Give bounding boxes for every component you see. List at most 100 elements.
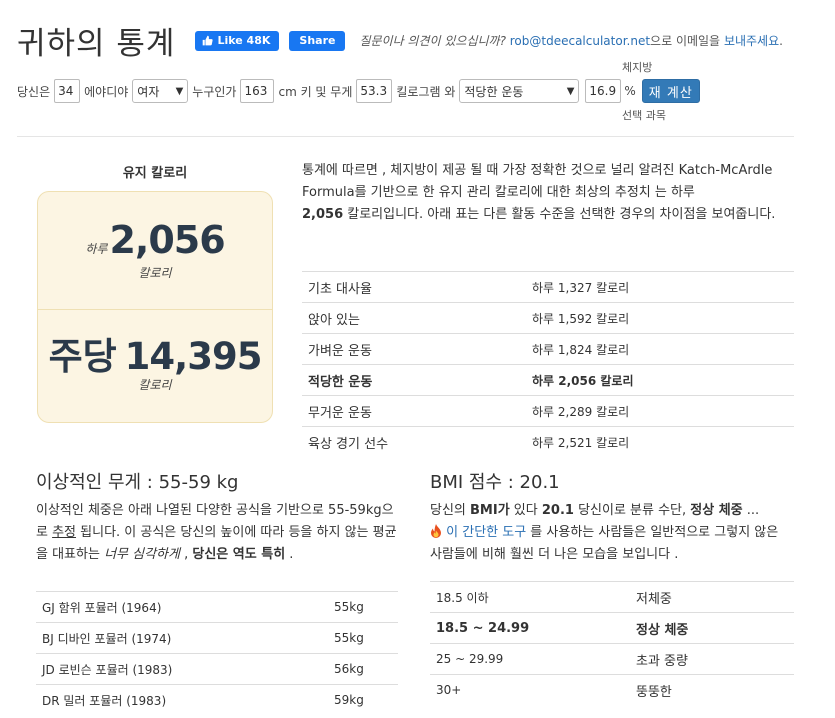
activity-value: 하루 2,521 칼로리: [532, 426, 794, 458]
bmi-range: 25 ~ 29.99: [430, 643, 636, 675]
maintenance-divider: [38, 309, 272, 310]
bmi-title: BMI 점수 : 20.1: [430, 472, 560, 493]
body-fat-optional: 선택 과목: [622, 109, 666, 122]
table-row-selected: 18.5 ~ 24.99 정상 체중: [430, 612, 794, 644]
formula-value: 59kg: [328, 684, 398, 716]
daily-calories: 하루2,056: [38, 218, 272, 262]
bmi-table: 18.5 이하 저체중 18.5 ~ 24.99 정상 체중 25 ~ 29.99 초…: [430, 581, 794, 706]
activity-label: 무거운 운동: [302, 395, 532, 427]
activity-value: 하루 1,824 칼로리: [532, 333, 794, 365]
form-controls: 당신은 34 에야디야 여자 ▼ 누구인가 163 cm 키 및 무게 53.3 …: [17, 79, 700, 103]
facebook-like-label: Like 48K: [217, 34, 271, 47]
table-row: BJ 디바인 포뮬러 (1974) 55kg: [36, 622, 398, 654]
ideal-weight-table: GJ 함위 포뮬러 (1964) 55kg BJ 디바인 포뮬러 (1974) 55…: [36, 591, 398, 716]
table-row: JD 로빈슨 포뮬러 (1983) 56kg: [36, 653, 398, 685]
formula-label: DR 밀러 포뮬러 (1983): [36, 684, 328, 716]
table-row: 앉아 있는 하루 1,592 칼로리: [302, 302, 794, 334]
daily-value: 2,056: [109, 218, 225, 262]
contact-email-link[interactable]: rob@tdeecalculator.net: [510, 34, 650, 48]
maintenance-info: 통계에 따르면 , 체지방이 제공 될 때 가장 정확한 것으로 널리 알려진 …: [302, 160, 794, 226]
formula-label: JD 로빈슨 포뮬러 (1983): [36, 653, 328, 685]
table-row: GJ 함위 포뮬러 (1964) 55kg: [36, 591, 398, 623]
label-years-old: 에야디야: [84, 84, 129, 99]
ideal-desc-bold: 당신은 역도 특히: [192, 547, 286, 562]
table-row: 18.5 이하 저체중: [430, 581, 794, 613]
bmi-desc-bold-3: 정상 체중: [690, 503, 743, 518]
weekly-calories: 주당 14,395: [38, 326, 272, 380]
activity-value: 적당한 운동: [464, 84, 524, 99]
fire-icon: [431, 524, 441, 538]
body-fat-input[interactable]: 16.9: [585, 79, 622, 103]
body-fat-label: 체지방: [622, 61, 653, 74]
divider: [17, 136, 794, 137]
label-who-is: 누구인가: [192, 84, 237, 99]
contact-suffix-2: .: [779, 34, 783, 48]
height-input[interactable]: 163: [240, 79, 275, 103]
weight-input[interactable]: 53.3: [356, 79, 393, 103]
activity-label: 앉아 있는: [302, 302, 532, 334]
weekly-value: 14,395: [124, 335, 263, 378]
formula-label: BJ 디바인 포뮬러 (1974): [36, 622, 328, 654]
ideal-desc-italic: 너무 심각하게: [104, 547, 180, 562]
activity-table: 기초 대사율 하루 1,327 칼로리 앉아 있는 하루 1,592 칼로리 가벼운…: [302, 271, 794, 458]
activity-label: 기초 대사율: [302, 271, 532, 303]
activity-value: 하루 2,289 칼로리: [532, 395, 794, 427]
activity-label: 적당한 운동: [302, 364, 532, 396]
activity-select[interactable]: 적당한 운동 ▼: [459, 79, 580, 103]
table-row: 가벼운 운동 하루 1,824 칼로리: [302, 333, 794, 365]
bmi-class: 정상 체중: [636, 612, 794, 644]
chevron-down-icon: ▼: [175, 85, 184, 97]
ideal-desc-underline: 추정: [52, 525, 77, 540]
info-text-1: 통계에 따르면 , 체지방이 제공 될 때 가장 정확한 것으로 널리 알려진 …: [302, 163, 773, 200]
formula-value: 56kg: [328, 653, 398, 685]
bmi-desc-bold-2: 20.1: [541, 503, 574, 518]
activity-label: 육상 경기 선수: [302, 426, 532, 458]
bmi-class: 초과 중량: [636, 643, 794, 675]
stats-form: 체지방 당신은 34 에야디야 여자 ▼ 누구인가 163 cm 키 및 무게 5…: [17, 57, 797, 123]
facebook-like-button[interactable]: Like 48K: [195, 30, 280, 51]
table-row: 기초 대사율 하루 1,327 칼로리: [302, 271, 794, 303]
recalculate-button[interactable]: 재 계산: [641, 79, 700, 103]
formula-value: 55kg: [328, 591, 398, 623]
bmi-desc-4: ...: [742, 503, 760, 518]
bmi-description: 당신의 BMI가 있다 20.1 당신이로 분류 수단, 정상 체중 ... 이…: [430, 500, 794, 566]
bmi-range: 18.5 이하: [430, 581, 636, 613]
bmi-desc-1: 당신의: [430, 503, 471, 518]
ideal-desc-4: .: [285, 547, 294, 562]
bmi-class: 뚱뚱한: [636, 674, 794, 706]
gender-value: 여자: [137, 84, 160, 99]
contact-send-link[interactable]: 보내주세요: [724, 34, 779, 48]
contact-suffix-1: 으로 이메일을: [650, 34, 721, 48]
activity-value: 하루 1,592 칼로리: [532, 302, 794, 334]
activity-value: 하루 1,327 칼로리: [532, 271, 794, 303]
facebook-share-button[interactable]: Share: [289, 30, 346, 51]
bmi-desc-3: 당신이로 분류 수단,: [573, 503, 691, 518]
contact-question: 질문이나 의견이 있으십니까?: [359, 34, 506, 48]
maintenance-box: 하루2,056 칼로리 주당 14,395 칼로리: [37, 191, 273, 423]
percent-label: %: [624, 84, 636, 98]
bmi-range: 18.5 ~ 24.99: [430, 612, 636, 644]
bmi-range: 30+: [430, 674, 636, 706]
label-you-are: 당신은: [17, 84, 51, 99]
ideal-desc-3: ,: [179, 547, 193, 562]
formula-value: 55kg: [328, 622, 398, 654]
table-row-selected: 적당한 운동 하루 2,056 칼로리: [302, 364, 794, 396]
table-row: DR 밀러 포뮬러 (1983) 59kg: [36, 684, 398, 716]
gender-select[interactable]: 여자 ▼: [132, 79, 189, 103]
weekly-unit: 칼로리: [138, 378, 172, 392]
thumbs-up-icon: [203, 35, 214, 46]
chevron-down-icon: ▼: [566, 85, 575, 97]
info-text-bold: 2,056: [302, 207, 344, 222]
info-text-2: 칼로리입니다. 아래 표는 다른 활동 수준을 선택한 경우의 차이점을 보여줍…: [343, 207, 776, 222]
maintenance-title: 유지 칼로리: [122, 166, 188, 181]
table-row: 육상 경기 선수 하루 2,521 칼로리: [302, 426, 794, 458]
ideal-weight-description: 이상적인 체중은 아래 나열된 다양한 공식을 기반으로 55-59kg으로 추…: [36, 500, 398, 566]
bmi-desc-bold-1: BMI가: [470, 503, 510, 518]
age-input[interactable]: 34: [54, 79, 81, 103]
bmi-desc-2: 있다: [509, 503, 542, 518]
weekly-prefix: 주당: [48, 335, 117, 378]
label-cm-and: cm 키 및 무게: [278, 84, 353, 99]
formula-label: GJ 함위 포뮬러 (1964): [36, 591, 328, 623]
contact-line: 질문이나 의견이 있으십니까? rob@tdeecalculator.net으로…: [359, 32, 783, 49]
simple-tool-link[interactable]: 이 간단한 도구: [446, 525, 526, 540]
